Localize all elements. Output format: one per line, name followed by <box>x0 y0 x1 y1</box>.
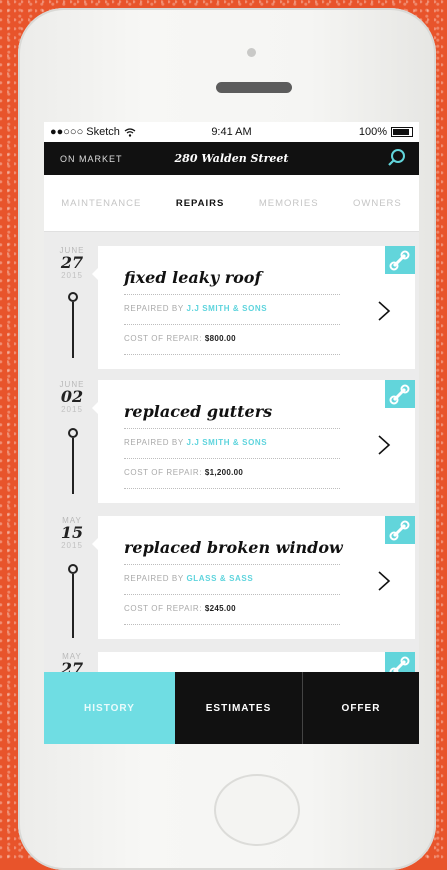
chevron-right-icon[interactable] <box>377 434 391 456</box>
status-bar: ●●○○○ Sketch 9:41 AM 100% <box>44 122 419 142</box>
repair-title: replaced broken window <box>124 538 343 557</box>
repaired-by-row: REPAIRED BY J.J SMITH & SONS <box>124 304 268 313</box>
timeline-line <box>72 438 74 494</box>
company-link[interactable]: GLASS & SASS <box>186 574 253 583</box>
history-button[interactable]: HISTORY <box>44 672 175 744</box>
tab-maintenance[interactable]: MAINTENANCE <box>61 198 141 209</box>
tab-repairs[interactable]: REPAIRS <box>176 198 225 209</box>
chevron-right-icon[interactable] <box>377 300 391 322</box>
cost-row: COST OF REPAIR: $800.00 <box>124 334 236 343</box>
timeline-dot <box>68 564 78 574</box>
battery-percent: 100% <box>358 126 387 138</box>
list-item[interactable]: replaced gutters REPAIRED BY J.J SMITH &… <box>92 380 415 503</box>
bottom-nav: HISTORY ESTIMATES OFFER <box>44 672 419 744</box>
wrench-icon[interactable] <box>385 516 415 544</box>
repair-title: fixed leaky roof <box>124 268 262 287</box>
app-screen: ●●○○○ Sketch 9:41 AM 100% ON MARKET 280 … <box>44 122 419 744</box>
repair-title: replaced gutters <box>124 402 273 421</box>
speaker <box>216 82 292 93</box>
list-item[interactable]: replaced broken window REPAIRED BY GLASS… <box>92 516 415 639</box>
estimates-button[interactable]: ESTIMATES <box>175 672 303 744</box>
wrench-icon[interactable] <box>385 246 415 274</box>
tab-bar: MAINTENANCE REPAIRS MEMORIES OWNERS <box>44 175 419 232</box>
battery-icon <box>391 127 413 137</box>
cost-row: COST OF REPAIR: $245.00 <box>124 604 236 613</box>
nav-bar: ON MARKET 280 Walden Street <box>44 142 419 175</box>
home-button[interactable] <box>214 774 300 846</box>
tab-memories[interactable]: MEMORIES <box>259 198 319 209</box>
page-title: 280 Walden Street <box>174 152 289 165</box>
wrench-icon[interactable] <box>385 380 415 408</box>
repair-list: JUNE 27 2015 fixed leaky roof REPAIRED B… <box>44 232 419 744</box>
chevron-right-icon[interactable] <box>377 570 391 592</box>
timeline-dot <box>68 292 78 302</box>
cost-row: COST OF REPAIR: $1,200.00 <box>124 468 244 477</box>
company-link[interactable]: J.J SMITH & SONS <box>186 304 267 313</box>
search-icon[interactable] <box>387 148 407 168</box>
repaired-by-row: REPAIRED BY GLASS & SASS <box>124 574 254 583</box>
timeline-line <box>72 302 74 358</box>
timeline-line <box>72 574 74 638</box>
timeline-dot <box>68 428 78 438</box>
repaired-by-row: REPAIRED BY J.J SMITH & SONS <box>124 438 268 447</box>
tab-owners[interactable]: OWNERS <box>353 198 402 209</box>
offer-button[interactable]: OFFER <box>303 672 419 744</box>
list-item[interactable]: fixed leaky roof REPAIRED BY J.J SMITH &… <box>92 246 415 369</box>
company-link[interactable]: J.J SMITH & SONS <box>186 438 267 447</box>
camera <box>247 48 256 57</box>
